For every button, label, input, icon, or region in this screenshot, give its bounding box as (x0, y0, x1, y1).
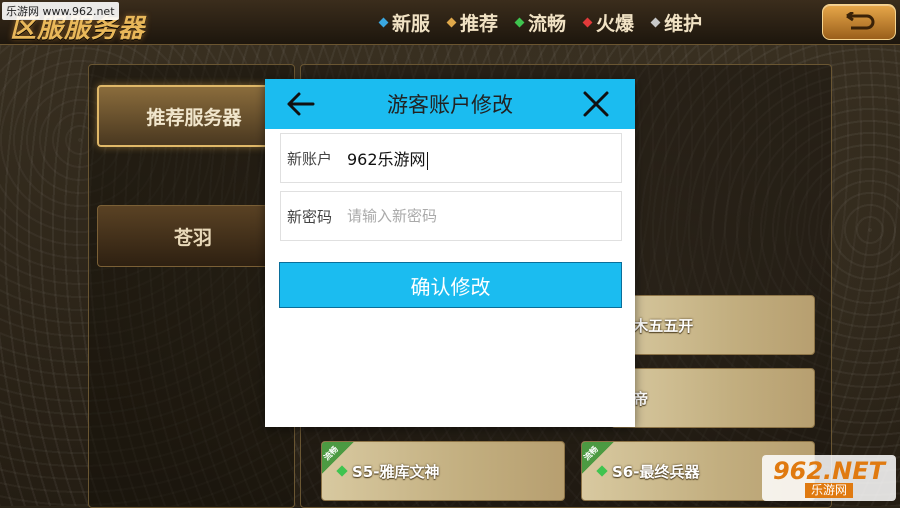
legend-recommended: 推荐 (446, 9, 499, 36)
new-account-field[interactable]: 新账户 962乐游网 (280, 133, 622, 183)
diamond-icon (582, 17, 593, 28)
server-name: S6-最终兵器 (612, 462, 700, 481)
modal-header: 游客账户修改 (265, 79, 635, 129)
new-password-label: 新密码 (287, 207, 333, 226)
ribbon-label: 流畅 (582, 444, 600, 463)
watermark-top-left: 乐游网 www.962.net (2, 2, 119, 20)
new-password-field[interactable]: 新密码 (280, 191, 622, 241)
back-arrow-icon[interactable] (285, 90, 315, 118)
legend-new: 新服 (378, 9, 431, 36)
legend-label: 推荐 (460, 13, 499, 35)
server-card[interactable]: 流畅 S5-雅库文神 (321, 441, 565, 501)
legend-label: 火爆 (596, 13, 635, 35)
return-button[interactable] (822, 4, 896, 40)
return-arrow-icon (846, 12, 875, 30)
text-caret (426, 151, 428, 170)
server-card[interactable]: -炎帝 (611, 368, 815, 428)
watermark-big: 962.NET (772, 456, 886, 485)
diamond-icon (446, 17, 457, 28)
server-name: S5-雅库文神 (352, 462, 440, 481)
watermark-bottom-right: 962.NET 乐游网 (762, 455, 896, 501)
server-card[interactable]: -旗木五五开 (611, 295, 815, 355)
server-category-panel: 推荐服务器 苍羽 (88, 64, 295, 508)
legend-label: 流畅 (528, 13, 567, 35)
diamond-icon (378, 17, 389, 28)
category-cangyu-button[interactable]: 苍羽 (97, 205, 289, 267)
server-status-legend: 新服 推荐 流畅 火爆 维护 (378, 9, 703, 36)
new-account-value: 962乐游网 (347, 150, 426, 169)
legend-maintenance: 维护 (650, 9, 703, 36)
legend-label: 维护 (664, 13, 703, 35)
confirm-change-button[interactable]: 确认修改 (279, 262, 622, 308)
legend-label: 新服 (392, 13, 431, 35)
new-account-label: 新账户 (287, 149, 333, 168)
diamond-icon (650, 17, 661, 28)
ribbon-label: 流畅 (322, 444, 340, 463)
close-icon[interactable] (581, 89, 611, 119)
new-password-input[interactable] (347, 207, 597, 225)
watermark-small: 乐游网 (804, 482, 853, 498)
diamond-icon (514, 17, 525, 28)
top-bar: 区服服务器 乐游网 www.962.net 新服 推荐 流畅 火爆 维护 (0, 0, 900, 45)
guest-account-modal: 游客账户修改 新账户 962乐游网 新密码 确认修改 (265, 79, 635, 427)
legend-smooth: 流畅 (514, 9, 567, 36)
new-account-input[interactable]: 962乐游网 (347, 146, 428, 170)
legend-hot: 火爆 (582, 9, 635, 36)
category-recommended-button[interactable]: 推荐服务器 (97, 85, 291, 147)
modal-title: 游客账户修改 (387, 93, 513, 117)
